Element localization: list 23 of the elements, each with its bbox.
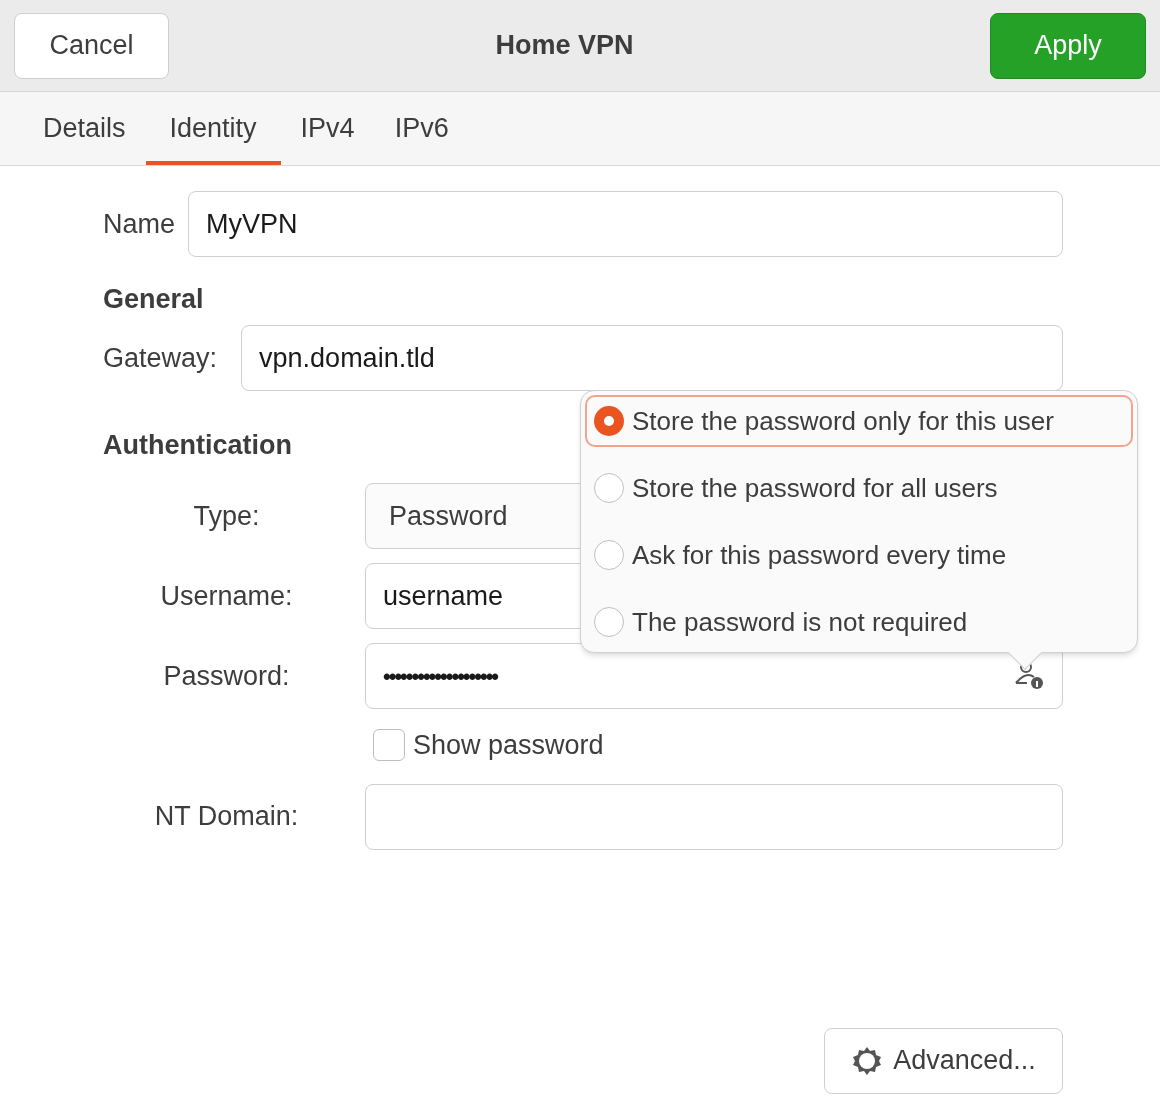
tab[interactable]: Identity — [145, 92, 281, 165]
name-field[interactable]: MyVPN — [188, 191, 1063, 257]
radio-option[interactable]: Ask for this password every time — [585, 529, 1133, 581]
show-password-checkbox[interactable] — [373, 729, 405, 762]
tab[interactable]: IPv6 — [374, 92, 469, 165]
field-label: Password: — [163, 659, 290, 693]
section-heading: General — [103, 284, 204, 314]
cancel-button[interactable]: Cancel — [14, 12, 169, 79]
field-label: Gateway: — [103, 341, 218, 375]
advanced-button[interactable]: Advanced... — [824, 1027, 1063, 1094]
field-label: Name — [103, 207, 176, 241]
radio-option[interactable]: Store the password only for this user — [585, 395, 1133, 447]
tab[interactable]: IPv4 — [280, 92, 375, 165]
field-label: NT Domain: — [154, 800, 299, 834]
window-title: Home VPN — [495, 29, 634, 63]
nt-domain-field[interactable] — [365, 783, 1063, 850]
field-label: Type: — [193, 499, 260, 533]
masked-password: •••••••••••••••••••• — [383, 662, 498, 691]
field-label: Username: — [160, 579, 293, 613]
tab[interactable]: Details — [23, 92, 146, 165]
radio-option[interactable]: Store the password for all users — [585, 462, 1133, 514]
checkbox-label: Show password — [413, 729, 604, 762]
section-heading: Authentication — [103, 430, 292, 460]
